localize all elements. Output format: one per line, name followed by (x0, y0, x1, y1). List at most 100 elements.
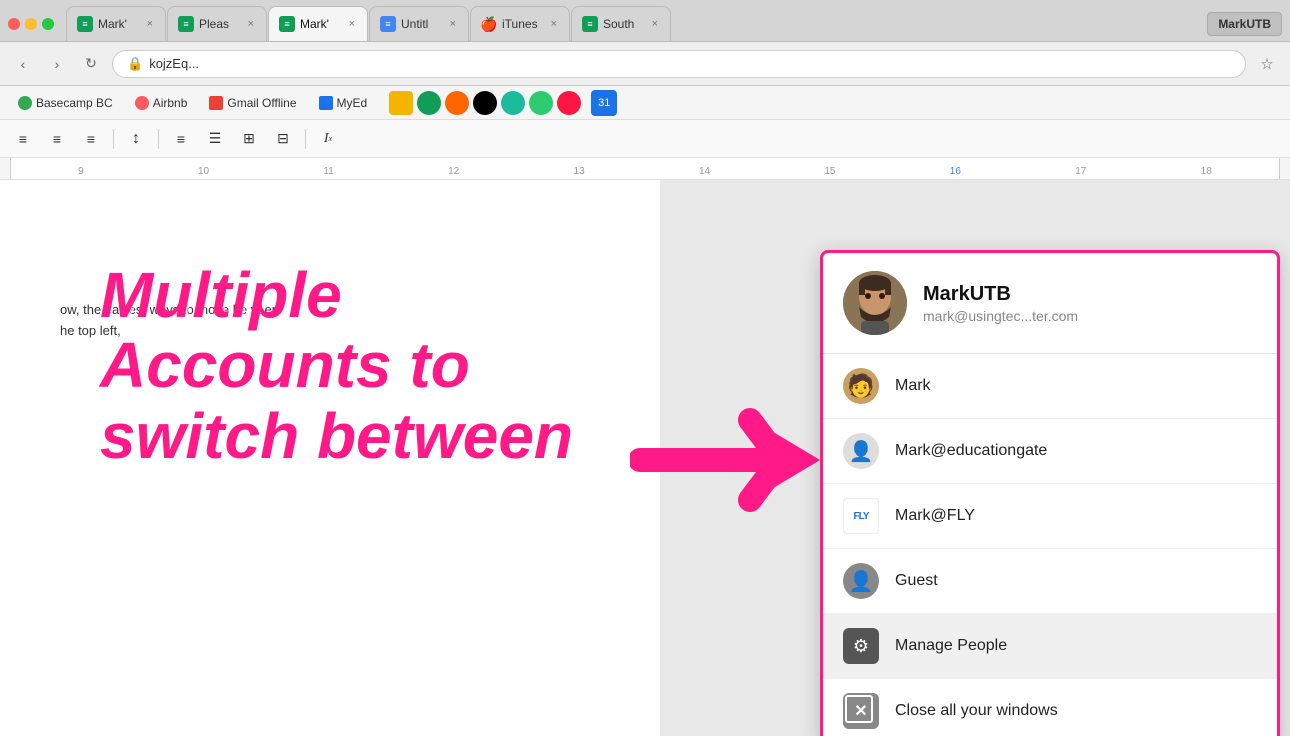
close-windows-label: Close all your windows (895, 702, 1058, 720)
address-bar: ‹ › ↻ 🔒 kojzEq... ☆ (0, 42, 1290, 86)
tab-close-6[interactable]: × (650, 16, 660, 32)
ruler-mark-10: 10 (198, 166, 209, 177)
align-right-btn[interactable]: ≡ (76, 124, 106, 154)
account-item-mark[interactable]: 🧑 Mark (823, 354, 1277, 419)
indent-left-btn[interactable]: ⊞ (234, 124, 264, 154)
tab-itunes[interactable]: 🍎 iTunes × (470, 6, 570, 42)
bookmark-gmail[interactable]: Gmail Offline (201, 93, 304, 113)
doc-page: ow, the easiest ways to move be veen he … (0, 180, 660, 736)
tab-pleas[interactable]: ≡ Pleas × (167, 6, 267, 42)
calendar-icon[interactable]: 31 (591, 90, 617, 116)
ruler-mark-16: 16 (950, 166, 961, 177)
account-item-name-guest: Guest (895, 572, 938, 590)
url-text: kojzEq... (149, 56, 199, 71)
account-avatar (843, 271, 907, 335)
tab-sheets-icon-2: ≡ (178, 16, 194, 32)
account-item-close-windows[interactable]: ✕ Close all your windows (823, 679, 1277, 736)
bookmark-icon-extra-1[interactable] (389, 91, 413, 115)
manage-people-label: Manage People (895, 637, 1007, 655)
account-item-manage-people[interactable]: ⚙ Manage People (823, 614, 1277, 679)
lock-icon: 🔒 (127, 56, 143, 72)
indent-right-btn[interactable]: ⊟ (268, 124, 298, 154)
ruler-inner: 9 10 11 12 13 14 15 16 17 18 (10, 158, 1280, 179)
bookmarks-bar: Basecamp BC Airbnb Gmail Offline MyEd 31 (0, 86, 1290, 120)
tab-label-2: Pleas (199, 17, 229, 31)
align-left-btn[interactable]: ≡ (8, 124, 38, 154)
tab-sheets-icon-6: ≡ (582, 16, 598, 32)
account-item-edu[interactable]: 👤 Mark@educationgate (823, 419, 1277, 484)
bookmark-airbnb[interactable]: Airbnb (127, 93, 196, 113)
account-name: MarkUTB (923, 283, 1257, 306)
tab-label-1: Mark' (98, 17, 127, 31)
content-area: ow, the easiest ways to move be veen he … (0, 180, 1290, 736)
line-spacing-btn[interactable]: ↕ (121, 124, 151, 154)
forward-button[interactable]: › (44, 51, 70, 77)
list-btn[interactable]: ≡ (166, 124, 196, 154)
close-windows-icon: ✕ (843, 693, 879, 729)
back-button[interactable]: ‹ (10, 51, 36, 77)
bookmark-icon-extra-5[interactable] (501, 91, 525, 115)
bookmark-label-3: MyEd (337, 96, 368, 110)
toolbar-sep-1 (113, 129, 114, 149)
airbnb-icon (135, 96, 149, 110)
tab-untitl[interactable]: ≡ Untitl × (369, 6, 469, 42)
bookmark-label-0: Basecamp BC (36, 96, 113, 110)
window-close-btn[interactable] (8, 18, 20, 30)
tab-marks-1[interactable]: ≡ Mark' × (66, 6, 166, 42)
bookmark-basecamp[interactable]: Basecamp BC (10, 93, 121, 113)
bookmark-label-1: Airbnb (153, 96, 188, 110)
bullet-list-btn[interactable]: ☰ (200, 124, 230, 154)
tab-close-1[interactable]: × (145, 16, 155, 32)
doc-line-1: ow, the easiest ways to move be veen (60, 300, 600, 321)
tab-label-6: South (603, 17, 634, 31)
bookmark-myed[interactable]: MyEd (311, 93, 376, 113)
tab-label-3: Mark' (300, 17, 329, 31)
ruler-mark-18: 18 (1201, 166, 1212, 177)
toolbar-sep-3 (305, 129, 306, 149)
url-input-box[interactable]: 🔒 kojzEq... (112, 50, 1246, 78)
account-item-avatar-edu: 👤 (843, 433, 879, 469)
bookmark-label-2: Gmail Offline (227, 96, 296, 110)
tab-close-5[interactable]: × (549, 16, 559, 32)
account-email: mark@usingtec...ter.com (923, 308, 1257, 324)
ruler-mark-17: 17 (1075, 166, 1086, 177)
ruler-mark-12: 12 (448, 166, 459, 177)
bookmark-icon-extra-4[interactable] (473, 91, 497, 115)
ruler-mark-13: 13 (574, 166, 585, 177)
pink-arrow (630, 400, 830, 525)
account-item-fly[interactable]: FLY Mark@FLY (823, 484, 1277, 549)
account-item-name-mark: Mark (895, 377, 931, 395)
tab-apple-icon: 🍎 (481, 16, 497, 32)
refresh-button[interactable]: ↻ (78, 51, 104, 77)
ruler-mark-14: 14 (699, 166, 710, 177)
italic-clear-btn[interactable]: Ix (313, 124, 343, 154)
account-item-avatar-guest: 👤 (843, 563, 879, 599)
bookmark-star-button[interactable]: ☆ (1254, 51, 1280, 77)
ruler-mark-11: 11 (323, 166, 333, 177)
tab-bar: ≡ Mark' × ≡ Pleas × ≡ Mark' × ≡ Untitl ×… (0, 0, 1290, 42)
window-minimize-btn[interactable] (25, 18, 37, 30)
tab-label-4: Untitl (401, 17, 428, 31)
tab-close-2[interactable]: × (246, 16, 256, 32)
account-list: 🧑 Mark 👤 Mark@educationgate FLY M (823, 354, 1277, 736)
window-maximize-btn[interactable] (42, 18, 54, 30)
profile-tab-button[interactable]: MarkUTB (1207, 12, 1282, 36)
bookmark-icon-extra-7[interactable] (557, 91, 581, 115)
account-item-avatar-fly: FLY (843, 498, 879, 534)
tab-south[interactable]: ≡ South × (571, 6, 671, 42)
tab-sheets-icon-1: ≡ (77, 16, 93, 32)
gmail-icon (209, 96, 223, 110)
bookmark-icon-extra-6[interactable] (529, 91, 553, 115)
tab-close-3[interactable]: × (347, 16, 357, 32)
account-item-guest[interactable]: 👤 Guest (823, 549, 1277, 614)
bookmark-icon-extra-3[interactable] (445, 91, 469, 115)
bookmark-icon-extra-2[interactable] (417, 91, 441, 115)
doc-text: ow, the easiest ways to move be veen he … (60, 300, 600, 342)
align-center-btn[interactable]: ≡ (42, 124, 72, 154)
account-panel: MarkUTB mark@usingtec...ter.com 🧑 Mark 👤 (820, 250, 1280, 736)
tab-close-4[interactable]: × (448, 16, 458, 32)
doc-line-2: he top left, (60, 321, 600, 342)
toolbar-sep-2 (158, 129, 159, 149)
ruler-mark-9: 9 (78, 166, 84, 177)
tab-marks-3[interactable]: ≡ Mark' × (268, 6, 368, 42)
